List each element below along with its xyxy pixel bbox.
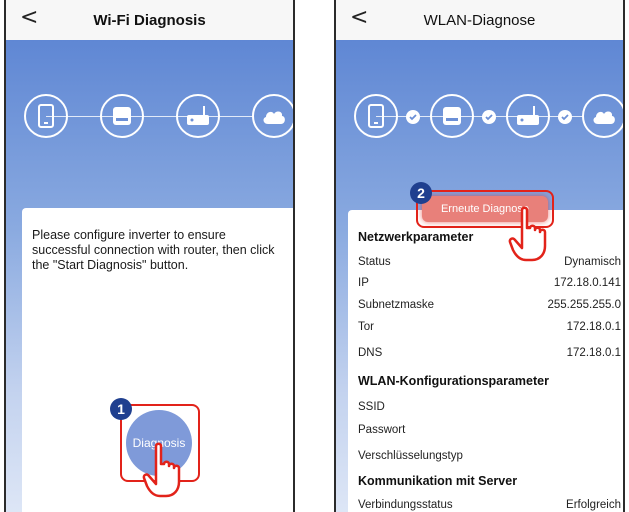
step-badge: 2 — [410, 182, 432, 204]
instruction-text: Please configure inverter to ensure succ… — [32, 228, 275, 272]
nav-bar: < Wi-Fi Diagnosis — [6, 0, 293, 40]
subnet-label: Subnetzmaske — [358, 299, 435, 311]
ip-value: 172.18.0.141 — [553, 277, 621, 289]
wlan-section-title: WLAN-Konfigurationsparameter — [358, 374, 549, 388]
server-section-title: Kommunikation mit Server — [358, 474, 518, 488]
connection-status-value: Erfolgreich — [566, 499, 621, 511]
page-title: WLAN-Diagnose — [423, 11, 536, 29]
results-card: Netzwerkparameter Status Dynamisch IP 17… — [348, 210, 623, 512]
phone-icon — [354, 94, 398, 138]
ssid-label: SSID — [358, 401, 385, 413]
dns-label: DNS — [358, 347, 383, 359]
gateway-value: 172.18.0.1 — [566, 321, 621, 333]
wifi-diagnosis-screen: < Wi-Fi Diagnosis Please configure inver… — [4, 0, 295, 512]
password-label: Passwort — [358, 424, 406, 436]
check-icon — [558, 110, 572, 124]
nav-bar: < WLAN-Diagnose — [336, 0, 623, 40]
step-badge: 1 — [110, 398, 132, 420]
connection-status-label: Verbindungsstatus — [358, 499, 453, 511]
pointer-hand-icon — [508, 206, 547, 262]
ip-label: IP — [358, 277, 369, 289]
dns-value: 172.18.0.1 — [566, 347, 621, 359]
phone-icon — [24, 94, 68, 138]
back-button[interactable]: < — [20, 6, 38, 30]
gateway-label: Tor — [358, 321, 374, 333]
step-connector — [46, 116, 253, 117]
router-icon — [176, 94, 220, 138]
diagnosis-steps — [336, 80, 623, 140]
encryption-type-label: Verschlüsselungstyp — [358, 450, 463, 462]
cloud-icon — [582, 94, 623, 138]
diagnosis-steps — [6, 80, 293, 140]
inverter-icon — [100, 94, 144, 138]
cloud-icon — [252, 94, 293, 138]
wlan-diagnose-screen: < WLAN-Diagnose Netzwerkparameter Status… — [334, 0, 625, 512]
page-title: Wi-Fi Diagnosis — [93, 11, 206, 29]
network-section-title: Netzwerkparameter — [358, 230, 474, 244]
subnet-value: 255.255.255.0 — [547, 299, 621, 311]
router-icon — [506, 94, 550, 138]
status-label: Status — [358, 256, 391, 268]
pointer-hand-icon — [142, 442, 181, 498]
status-value: Dynamisch — [564, 256, 621, 268]
inverter-icon — [430, 94, 474, 138]
back-button[interactable]: < — [350, 6, 368, 30]
check-icon — [482, 110, 496, 124]
check-icon — [406, 110, 420, 124]
